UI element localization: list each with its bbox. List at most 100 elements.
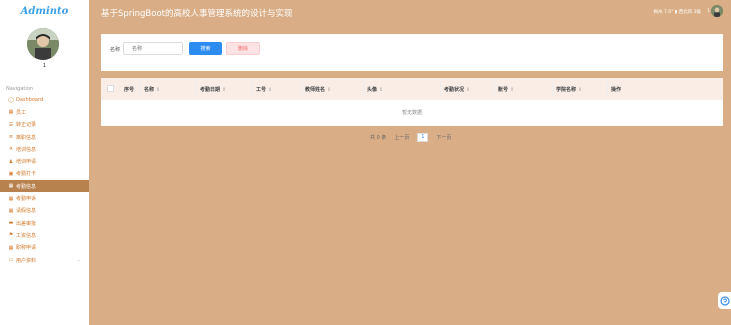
sort-icon[interactable]: ⇕	[578, 87, 582, 93]
sidebar-item-label: 员工	[16, 109, 27, 116]
nav-icon: ♟	[8, 158, 14, 165]
column-header[interactable]: 头像 ⇕	[367, 86, 383, 93]
column-divider	[196, 81, 197, 97]
column-header-label: 学院名称	[556, 87, 577, 93]
column-header: 操作	[611, 86, 621, 93]
column-divider	[363, 81, 364, 97]
sidebar-item[interactable]: ▬ 出差审批	[0, 217, 89, 229]
search-panel: 名称 搜索 删除	[101, 34, 723, 71]
sort-icon[interactable]: ⇕	[510, 87, 514, 93]
column-header-label: 序号	[124, 87, 135, 93]
sort-icon[interactable]: ⇕	[156, 87, 160, 93]
page-number-button[interactable]: 1	[417, 133, 429, 142]
column-header[interactable]: 名称 ⇕	[144, 86, 160, 93]
pagination: 共 0 条 上一页 1 下一页	[370, 133, 459, 142]
column-divider	[301, 81, 302, 97]
sidebar-item-label: 用户资料	[16, 257, 37, 264]
nav-heading: Navigation	[6, 86, 33, 92]
column-divider	[440, 81, 441, 97]
weather-info: 梅州 7.6° ▮ 西北风 3级	[653, 10, 701, 15]
sidebar-item-label: 培训信息	[16, 146, 37, 153]
nav-icon: ▦	[8, 207, 14, 214]
sidebar-item[interactable]: ▣ 考勤打卡	[0, 168, 89, 180]
nav-icon: ◯	[8, 97, 14, 104]
nav-icon: ☰	[8, 121, 14, 128]
assistant-icon[interactable]	[718, 292, 731, 309]
total-count: 共 0 条	[370, 135, 387, 141]
nav-icon: ▭	[8, 257, 14, 263]
search-button[interactable]: 搜索	[189, 42, 222, 55]
nav-icon: ▦	[8, 244, 14, 251]
column-header[interactable]: 考勤日期 ⇕	[200, 86, 226, 93]
column-header[interactable]: 工号 ⇕	[256, 86, 272, 93]
empty-message: 暂无数据	[401, 110, 422, 116]
sidebar-item[interactable]: ◯ Dashboard	[0, 94, 89, 106]
page-title: 基于SpringBoot的高校人事管理系统的设计与实现	[101, 9, 293, 19]
brand-logo[interactable]: Adminto	[0, 6, 89, 17]
column-header-label: 教师姓名	[305, 87, 326, 93]
column-header-label: 操作	[611, 87, 622, 93]
top-user-label: 1	[707, 9, 710, 14]
sidebar-item[interactable]: ▦ 考勤信息	[0, 180, 89, 193]
sort-icon[interactable]: ⇕	[327, 87, 331, 93]
column-divider	[607, 81, 608, 97]
chevron-down-icon: ⌄	[76, 257, 81, 263]
sort-icon[interactable]: ⇕	[379, 87, 383, 93]
sidebar-item[interactable]: ▦ 考勤申诉	[0, 192, 89, 204]
next-page-button[interactable]: 下一页	[436, 134, 451, 141]
column-divider	[140, 81, 141, 97]
column-header-label: 工号	[256, 87, 267, 93]
table-header: 序号 名称 ⇕ 考勤日期 ⇕ 工号 ⇕ 教师姓名 ⇕ 头像 ⇕ 考勤状况 ⇕ 账号 ⇕ 学院名称 ⇕ 操作	[101, 78, 723, 100]
column-header-label: 考勤状况	[444, 87, 465, 93]
nav-icon: ▬	[8, 220, 14, 227]
sort-icon[interactable]: ⇕	[268, 87, 272, 93]
avatar[interactable]	[27, 28, 59, 60]
search-input[interactable]	[123, 42, 183, 55]
sidebar-item-label: 出差审批	[16, 220, 37, 227]
sidebar-item-label: 职称申请	[16, 245, 37, 252]
sidebar-item-label: 考勤申诉	[16, 196, 37, 203]
sidebar-item[interactable]: ♟ 培训申请	[0, 155, 89, 167]
column-header-label: 账号	[498, 87, 509, 93]
select-all-checkbox[interactable]	[107, 85, 114, 92]
data-table: 序号 名称 ⇕ 考勤日期 ⇕ 工号 ⇕ 教师姓名 ⇕ 头像 ⇕ 考勤状况 ⇕ 账号 ⇕ 学院名称 ⇕ 操作 暂无数…	[101, 78, 723, 126]
top-avatar[interactable]	[711, 5, 723, 17]
nav-icon: ≡	[8, 134, 14, 141]
column-divider	[494, 81, 495, 97]
nav-icon: ▣	[8, 170, 14, 177]
sidebar-item-label: 离职信息	[16, 134, 37, 141]
user-name: 1	[42, 63, 47, 69]
sidebar-nav: ◯ Dashboard ▦ 员工 ☰ 转正记录 ≡ 离职信息 ✈ 培训信息 ♟ 培训申请 ▣ 考勤打卡 ▦ 考…	[0, 94, 89, 266]
sidebar-item[interactable]: ▦ 职称申请	[0, 242, 89, 254]
column-header[interactable]: 账号 ⇕	[498, 86, 514, 93]
column-header-label: 头像	[367, 87, 378, 93]
column-header-label: 名称	[144, 87, 155, 93]
column-header: 序号	[124, 86, 134, 93]
column-header[interactable]: 考勤状况 ⇕	[444, 86, 470, 93]
nav-icon: ▦	[8, 183, 14, 190]
sidebar-item[interactable]: ☰ 转正记录	[0, 119, 89, 131]
sidebar-item-label: 工资信息	[16, 232, 37, 239]
nav-icon: ✈	[8, 146, 14, 153]
prev-page-button[interactable]: 上一页	[394, 134, 409, 141]
column-header-label: 考勤日期	[200, 87, 221, 93]
nav-icon: ▦	[8, 109, 14, 116]
sidebar-item-label: 考勤打卡	[16, 171, 37, 178]
sort-icon[interactable]: ⇕	[222, 87, 226, 93]
sort-icon[interactable]: ⇕	[466, 87, 470, 93]
column-divider	[252, 81, 253, 97]
sidebar-item-label: 考勤信息	[16, 183, 37, 190]
column-header[interactable]: 学院名称 ⇕	[556, 86, 582, 93]
sidebar-item[interactable]: ▦ 请假信息	[0, 205, 89, 217]
sidebar-item[interactable]: ⚑ 工资信息	[0, 229, 89, 241]
sidebar-item[interactable]: ≡ 离职信息	[0, 131, 89, 143]
delete-button[interactable]: 删除	[226, 42, 260, 55]
sidebar: Adminto 1 Navigation ◯ Dashboard ▦ 员工 ☰ 转正记录 ≡…	[0, 0, 89, 325]
sidebar-item-label: Dashboard	[16, 97, 44, 104]
sidebar-item-label: 培训申请	[16, 159, 37, 166]
sidebar-item[interactable]: ✈ 培训信息	[0, 143, 89, 155]
sidebar-item[interactable]: ▭ 用户资料 ⌄	[0, 254, 89, 266]
search-label: 名称	[110, 47, 121, 53]
sidebar-item[interactable]: ▦ 员工	[0, 106, 89, 118]
column-header[interactable]: 教师姓名 ⇕	[305, 86, 331, 93]
